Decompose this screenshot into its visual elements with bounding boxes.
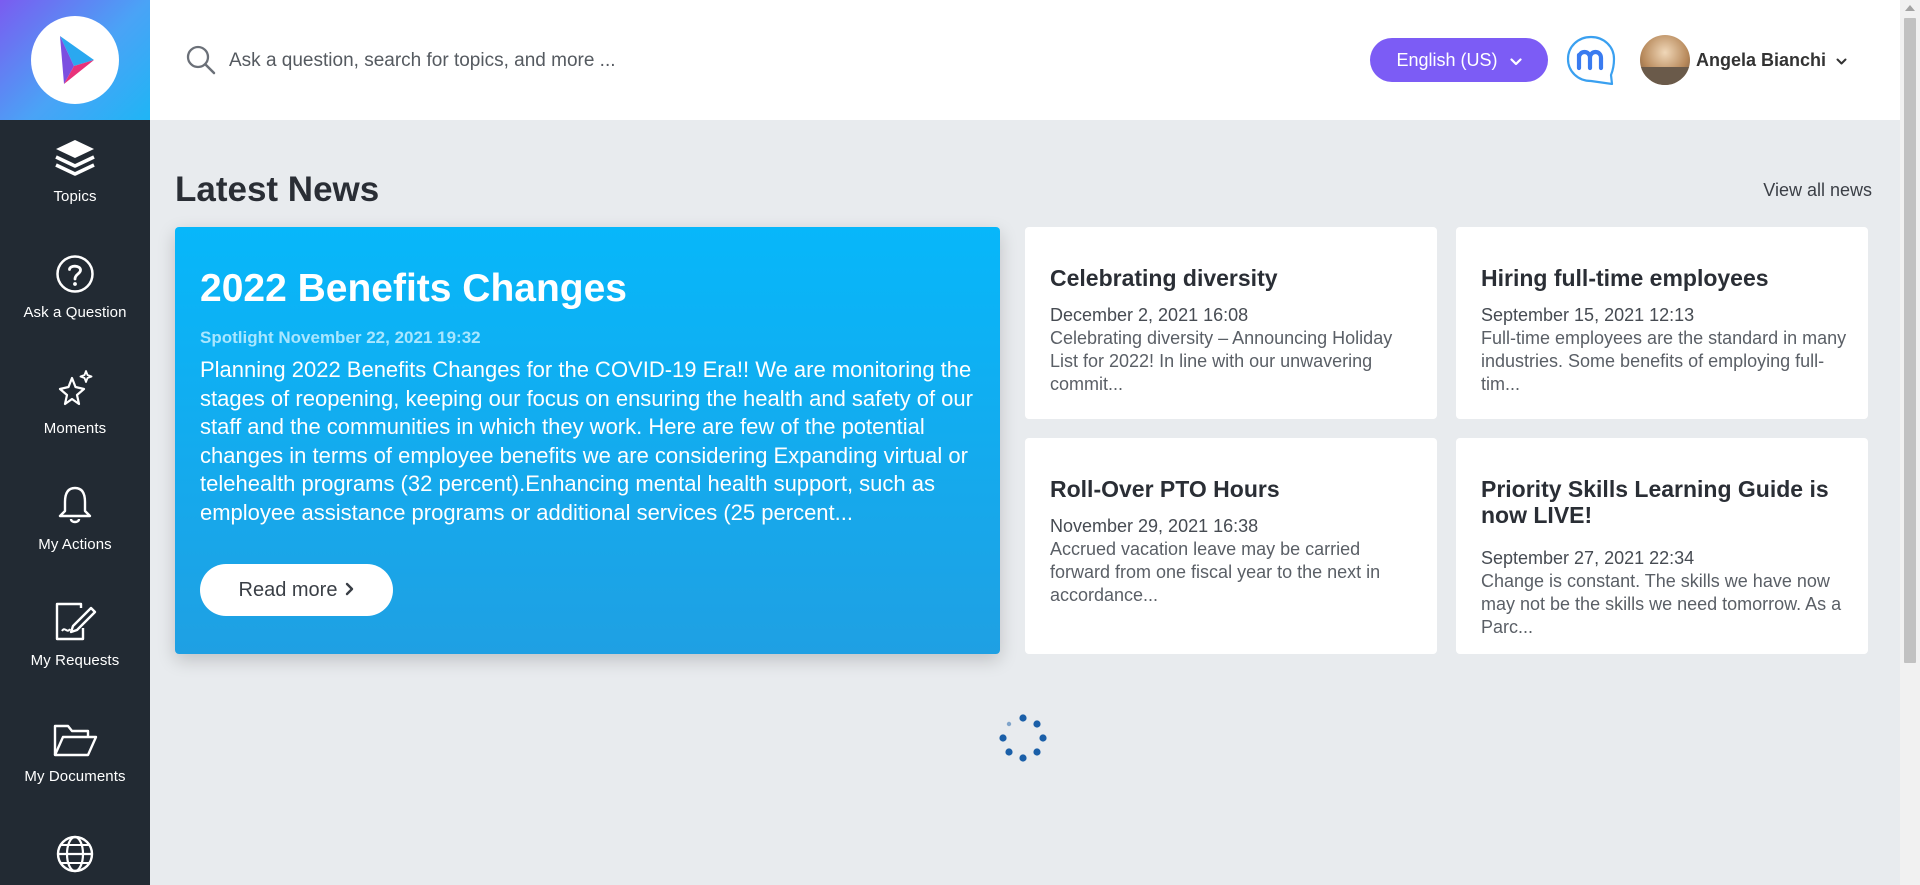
- sidebar-item-label: My Documents: [24, 768, 126, 785]
- chevron-down-icon[interactable]: [1836, 53, 1847, 71]
- language-selector[interactable]: English (US): [1370, 38, 1548, 82]
- read-more-label: Read more: [238, 578, 338, 601]
- search-icon[interactable]: [185, 44, 217, 81]
- news-card-excerpt: Accrued vacation leave may be carried fo…: [1050, 539, 1381, 605]
- view-all-news-link[interactable]: View all news: [1763, 180, 1872, 201]
- news-card[interactable]: Roll-Over PTO Hours November 29, 2021 16…: [1025, 438, 1437, 654]
- news-card-date: September 27, 2021 22:34: [1481, 548, 1695, 568]
- edit-document-icon: [53, 600, 97, 642]
- loading-spinner-icon: [998, 713, 1048, 763]
- news-card[interactable]: Celebrating diversity December 2, 2021 1…: [1025, 227, 1437, 419]
- sidebar-item-topics[interactable]: Topics: [0, 132, 150, 242]
- sidebar-item-label: Ask a Question: [23, 304, 127, 321]
- question-circle-icon: [55, 254, 95, 294]
- layers-icon: [54, 138, 96, 178]
- top-bar: English (US) Angela Bianchi: [150, 0, 1900, 120]
- news-card-excerpt: Full-time employees are the standard in …: [1481, 328, 1847, 394]
- news-card-date: September 15, 2021 12:13: [1481, 305, 1695, 325]
- featured-news-card[interactable]: 2022 Benefits Changes Spotlight November…: [175, 227, 1000, 654]
- news-card[interactable]: Hiring full-time employees September 15,…: [1456, 227, 1868, 419]
- avatar[interactable]: [1640, 35, 1690, 85]
- page-title: Latest News: [175, 170, 380, 209]
- sidebar: Topics Ask a Question Moments My Actions: [0, 0, 150, 885]
- folder-open-icon: [52, 722, 98, 758]
- language-label: English (US): [1396, 49, 1498, 70]
- logo-area[interactable]: [0, 0, 150, 120]
- scroll-up-arrow-icon[interactable]: [1905, 5, 1915, 11]
- page-scrollbar[interactable]: [1900, 0, 1920, 885]
- bell-icon: [55, 484, 95, 526]
- news-card-title[interactable]: Hiring full-time employees: [1481, 265, 1851, 291]
- sidebar-item-my-actions[interactable]: My Actions: [0, 480, 150, 590]
- news-card-date: November 29, 2021 16:38: [1050, 516, 1259, 536]
- sidebar-item-label: My Actions: [38, 536, 112, 553]
- chevron-right-icon: [345, 579, 354, 602]
- chat-assistant-icon[interactable]: [1566, 35, 1616, 86]
- sidebar-item-label: Topics: [53, 188, 97, 205]
- news-card-title[interactable]: Priority Skills Learning Guide is now LI…: [1481, 476, 1851, 528]
- sidebar-item-my-requests[interactable]: My Requests: [0, 596, 150, 706]
- sparkles-icon: [54, 368, 96, 410]
- sidebar-item-my-documents[interactable]: My Documents: [0, 712, 150, 822]
- sidebar-item-language[interactable]: [0, 828, 150, 885]
- news-card[interactable]: Priority Skills Learning Guide is now LI…: [1456, 438, 1868, 654]
- news-card-excerpt: Change is constant. The skills we have n…: [1481, 571, 1842, 637]
- featured-meta: Spotlight November 22, 2021 19:32: [200, 328, 481, 347]
- sidebar-item-label: My Requests: [30, 652, 120, 669]
- news-card-date: December 2, 2021 16:08: [1050, 305, 1249, 325]
- chevron-down-icon: [1509, 50, 1522, 71]
- sidebar-item-moments[interactable]: Moments: [0, 364, 150, 474]
- user-name[interactable]: Angela Bianchi: [1696, 50, 1826, 71]
- featured-title[interactable]: 2022 Benefits Changes: [200, 267, 627, 311]
- featured-body: Planning 2022 Benefits Changes for the C…: [200, 357, 973, 525]
- news-card-title[interactable]: Roll-Over PTO Hours: [1050, 476, 1420, 502]
- news-card-excerpt: Celebrating diversity – Announcing Holid…: [1050, 328, 1393, 394]
- globe-icon: [55, 834, 95, 874]
- sidebar-item-ask-question[interactable]: Ask a Question: [0, 248, 150, 358]
- app-logo: [31, 16, 119, 104]
- scroll-thumb[interactable]: [1904, 18, 1916, 663]
- search-input[interactable]: [227, 40, 931, 82]
- read-more-button[interactable]: Read more: [200, 564, 393, 616]
- sidebar-item-label: Moments: [43, 420, 107, 437]
- news-card-title[interactable]: Celebrating diversity: [1050, 265, 1420, 291]
